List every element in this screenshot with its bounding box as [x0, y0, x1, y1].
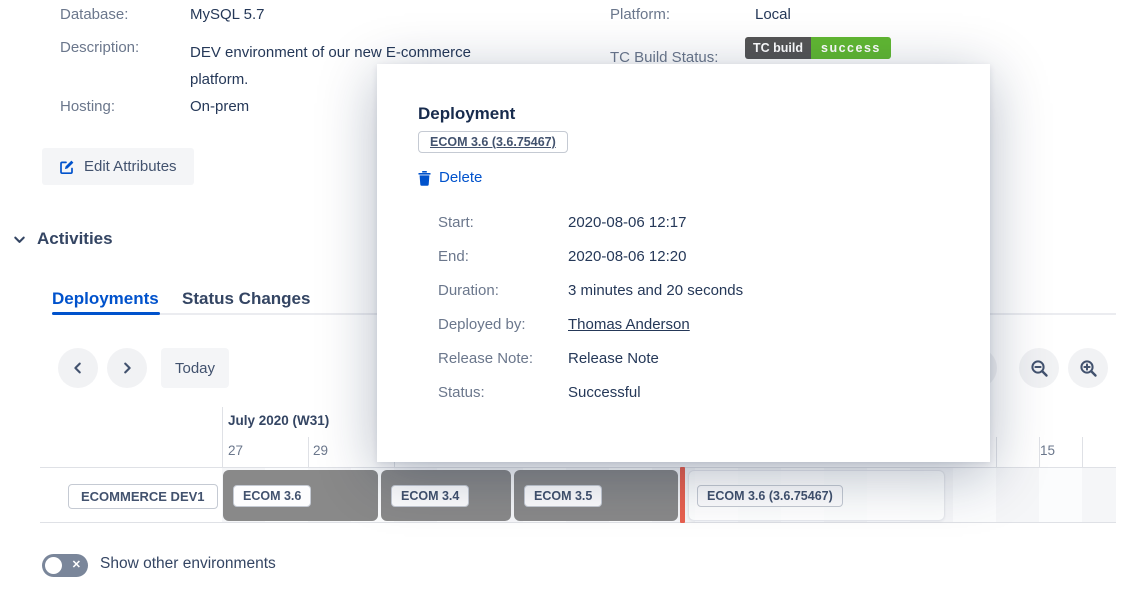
zoom-out-button[interactable] — [1019, 348, 1059, 388]
deployment-bar[interactable]: ECOM 3.4 — [381, 470, 511, 521]
activities-section-header[interactable]: Activities — [12, 229, 113, 249]
end-value: 2020-08-06 12:20 — [568, 248, 686, 265]
duration-value: 3 minutes and 20 seconds — [568, 282, 743, 299]
popup-title: Deployment — [418, 104, 515, 124]
badge-success: success — [811, 37, 891, 59]
timeline-prev-button[interactable] — [58, 348, 98, 388]
description-label: Description: — [60, 39, 139, 56]
release-note-link[interactable]: Release Note — [568, 350, 659, 367]
deployed-by-link[interactable]: Thomas Anderson — [568, 316, 690, 333]
environment-dashboard: Database: MySQL 5.7 Description: DEV env… — [0, 0, 1136, 608]
toggle-knob — [45, 557, 62, 574]
activities-title: Activities — [37, 229, 113, 249]
edit-pencil-icon — [59, 159, 75, 175]
timeline-week-label: July 2020 (W31) — [228, 413, 329, 428]
hosting-value: On-prem — [190, 98, 249, 115]
status-label: Status: — [438, 384, 485, 401]
zoom-in-icon — [1079, 359, 1098, 378]
start-value: 2020-08-06 12:17 — [568, 214, 686, 231]
tab-status-changes[interactable]: Status Changes — [182, 289, 310, 309]
badge-tc-build: TC build — [745, 37, 811, 59]
zoom-in-button[interactable] — [1068, 348, 1108, 388]
day-label: 29 — [313, 443, 328, 458]
version-chip[interactable]: ECOM 3.6 (3.6.75467) — [418, 131, 568, 153]
delete-label: Delete — [439, 169, 482, 186]
chevron-left-icon — [71, 361, 85, 375]
deployment-bar-label: ECOM 3.5 — [524, 485, 602, 507]
deployment-bar-label: ECOM 3.6 (3.6.75467) — [697, 485, 843, 507]
timeline-next-button[interactable] — [107, 348, 147, 388]
tc-build-status-badge[interactable]: TC build success — [745, 37, 891, 59]
deployment-bar[interactable]: ECOM 3.6 — [223, 470, 378, 521]
gridline — [222, 407, 223, 467]
deployment-bar-selected[interactable]: ECOM 3.6 (3.6.75467) — [688, 470, 945, 521]
tab-deployments[interactable]: Deployments — [52, 289, 159, 309]
deployment-bar-label: ECOM 3.4 — [391, 485, 469, 507]
deployment-popup: Deployment ECOM 3.6 (3.6.75467) Delete S… — [377, 64, 990, 462]
platform-value: Local — [755, 6, 791, 23]
edit-attributes-label: Edit Attributes — [84, 158, 177, 175]
active-tab-underline — [52, 312, 160, 315]
chevron-down-icon — [12, 232, 27, 247]
database-label: Database: — [60, 6, 128, 23]
show-other-environments-toggle[interactable]: ✕ — [42, 554, 88, 577]
gridline — [308, 437, 309, 467]
deployment-bar[interactable]: ECOM 3.5 — [514, 470, 678, 521]
release-note-label: Release Note: — [438, 350, 533, 367]
platform-label: Platform: — [610, 6, 670, 23]
edit-attributes-button[interactable]: Edit Attributes — [42, 148, 194, 185]
show-other-environments-label: Show other environments — [100, 555, 276, 573]
end-label: End: — [438, 248, 469, 265]
day-label: 27 — [228, 443, 243, 458]
start-label: Start: — [438, 214, 474, 231]
today-label: Today — [175, 360, 215, 377]
deployed-by-label: Deployed by: — [438, 316, 526, 333]
today-button[interactable]: Today — [161, 348, 229, 388]
now-marker — [680, 467, 685, 523]
toggle-off-x-icon: ✕ — [72, 558, 81, 571]
day-label: 15 — [1040, 443, 1055, 458]
zoom-out-icon — [1030, 359, 1049, 378]
chevron-right-icon — [120, 361, 134, 375]
deployment-bar-label: ECOM 3.6 — [233, 485, 311, 507]
status-value: Successful — [568, 384, 641, 401]
database-value: MySQL 5.7 — [190, 6, 264, 23]
delete-button[interactable]: Delete — [417, 169, 482, 186]
environment-row-label[interactable]: ECOMMERCE DEV1 — [68, 484, 218, 509]
trash-icon — [417, 170, 432, 186]
duration-label: Duration: — [438, 282, 499, 299]
row-bottom-border — [40, 522, 1116, 523]
hosting-label: Hosting: — [60, 98, 115, 115]
